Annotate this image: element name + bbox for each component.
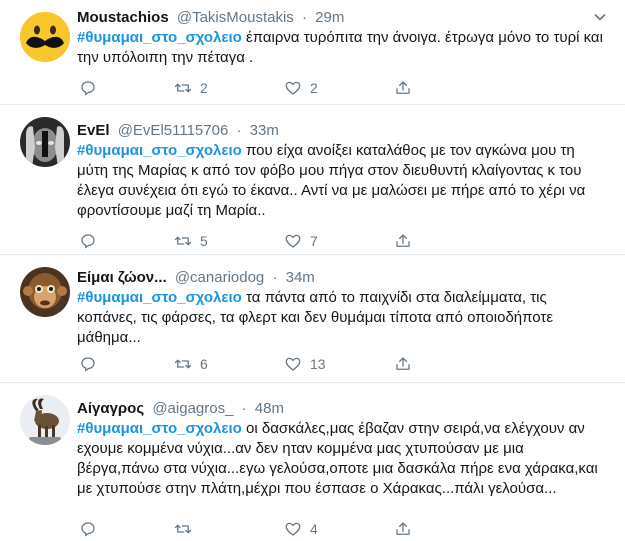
tweet[interactable]: Moustachios @TakisMoustakis · 29m #θυμαμ… [0, 0, 625, 105]
display-name[interactable]: EvEl [77, 122, 110, 139]
like-button[interactable]: 13 [284, 354, 326, 374]
tweet-text: #θυμαμαι_στο_σχολειο που είχα ανοίξει κα… [77, 141, 603, 221]
separator-dot: · [301, 9, 307, 26]
avatar[interactable] [20, 117, 70, 167]
separator-dot: · [272, 269, 278, 286]
retweet-count: 6 [200, 356, 208, 372]
retweet-button[interactable] [174, 519, 200, 539]
retweet-count: 2 [200, 80, 208, 96]
user-handle[interactable]: @canariodog [175, 269, 264, 286]
reply-button[interactable] [79, 231, 97, 251]
avatar[interactable] [20, 267, 70, 317]
reply-button[interactable] [79, 78, 97, 98]
reply-button[interactable] [79, 519, 97, 539]
timestamp[interactable]: 34m [286, 269, 315, 286]
like-button[interactable]: 4 [284, 519, 318, 539]
like-count: 13 [310, 356, 326, 372]
tweet[interactable]: Αίγαγρος @aigagros_ · 48m #θυμαμαι_στο_σ… [0, 383, 625, 541]
like-button[interactable]: 2 [284, 78, 318, 98]
share-button[interactable] [394, 519, 412, 539]
tweet-text: #θυμαμαι_στο_σχολειο έπαιρνα τυρόπιτα τη… [77, 28, 603, 68]
ibex-goat-icon [20, 395, 70, 445]
like-button[interactable]: 7 [284, 231, 318, 251]
separator-dot: · [241, 400, 247, 417]
reply-icon [81, 81, 95, 96]
user-handle[interactable]: @aigagros_ [152, 400, 233, 417]
timestamp[interactable]: 48m [255, 400, 284, 417]
retweet-button[interactable]: 2 [174, 78, 208, 98]
share-icon [396, 234, 410, 247]
hashtag-link[interactable]: #θυμαμαι_στο_σχολειο [77, 420, 242, 437]
share-icon [396, 81, 410, 94]
tweet-text: #θυμαμαι_στο_σχολειο τα πάντα από το παι… [77, 288, 603, 348]
reply-icon [81, 357, 95, 372]
timestamp[interactable]: 33m [250, 122, 279, 139]
share-button[interactable] [394, 231, 412, 251]
hashtag-link[interactable]: #θυμαμαι_στο_σχολειο [77, 29, 242, 46]
avatar[interactable] [20, 12, 70, 62]
retweet-button[interactable]: 5 [174, 231, 208, 251]
retweet-icon [174, 83, 192, 93]
moustache-emoji-icon [20, 12, 70, 62]
user-handle[interactable]: @TakisMoustakis [177, 9, 294, 26]
tweet[interactable]: Είμαι ζώον... @canariodog · 34m #θυμαμαι… [0, 255, 625, 383]
heart-icon [285, 81, 301, 95]
retweet-button[interactable]: 6 [174, 354, 208, 374]
tweet-feed: Moustachios @TakisMoustakis · 29m #θυμαμ… [0, 0, 625, 541]
display-name[interactable]: Αίγαγρος [77, 400, 144, 417]
bw-portrait-icon [20, 117, 70, 167]
retweet-icon [174, 359, 192, 369]
hashtag-link[interactable]: #θυμαμαι_στο_σχολειο [77, 142, 242, 159]
timestamp[interactable]: 29m [315, 9, 344, 26]
like-count: 7 [310, 233, 318, 249]
tweet[interactable]: EvEl @EvEl51115706 · 33m #θυμαμαι_στο_σχ… [0, 105, 625, 255]
retweet-icon [174, 524, 192, 534]
reply-icon [81, 522, 95, 537]
share-icon [396, 522, 410, 535]
display-name[interactable]: Moustachios [77, 9, 169, 26]
reply-button[interactable] [79, 354, 97, 374]
reply-icon [81, 234, 95, 249]
heart-icon [285, 234, 301, 248]
heart-icon [285, 522, 301, 536]
user-handle[interactable]: @EvEl51115706 [118, 122, 229, 139]
like-count: 4 [310, 521, 318, 537]
retweet-icon [174, 236, 192, 246]
share-button[interactable] [394, 354, 412, 374]
avatar[interactable] [20, 395, 70, 445]
retweet-count: 5 [200, 233, 208, 249]
monkey-icon [20, 267, 70, 317]
tweet-text: #θυμαμαι_στο_σχολειο οι δασκάλες,μας έβα… [77, 419, 603, 499]
like-count: 2 [310, 80, 318, 96]
share-button[interactable] [394, 78, 412, 98]
separator-dot: · [236, 122, 242, 139]
chevron-down-icon[interactable] [593, 10, 607, 24]
heart-icon [285, 357, 301, 371]
hashtag-link[interactable]: #θυμαμαι_στο_σχολειο [77, 289, 242, 306]
display-name[interactable]: Είμαι ζώον... [77, 269, 167, 286]
share-icon [396, 357, 410, 370]
